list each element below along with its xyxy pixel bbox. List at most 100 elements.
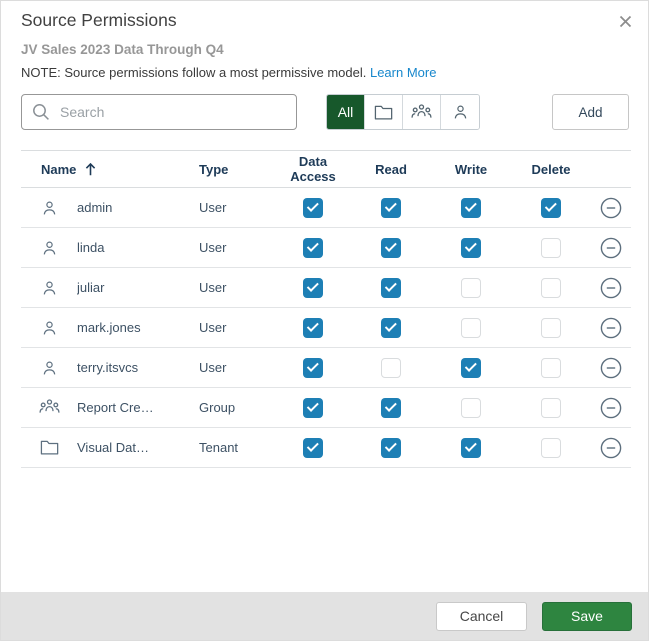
- row-type: User: [199, 240, 227, 255]
- data-access-checkbox[interactable]: [303, 437, 323, 458]
- user-icon: [43, 281, 55, 294]
- search-box: [21, 94, 297, 130]
- delete-checkbox[interactable]: [541, 397, 561, 418]
- data-access-checkbox[interactable]: [303, 317, 323, 338]
- minus-circle-icon: [600, 397, 622, 418]
- row-name: terry.itsvcs: [77, 360, 139, 375]
- source-permissions-dialog: Source Permissions JV Sales 2023 Data Th…: [0, 0, 649, 641]
- folder-icon: [374, 105, 393, 119]
- data-access-checkbox[interactable]: [303, 237, 323, 258]
- user-icon: [43, 361, 55, 374]
- row-entity-icon: [21, 439, 77, 456]
- remove-row-button[interactable]: [600, 397, 622, 419]
- remove-row-button[interactable]: [600, 317, 622, 339]
- search-icon: [33, 104, 49, 120]
- name-column-header[interactable]: Name: [21, 162, 199, 177]
- delete-column-header: Delete: [531, 161, 571, 177]
- filter-all-button[interactable]: All: [327, 95, 365, 129]
- delete-checkbox[interactable]: [541, 197, 561, 218]
- search-input[interactable]: [21, 94, 297, 130]
- filter-user-button[interactable]: [441, 95, 479, 129]
- table-row: juliar User: [21, 268, 631, 308]
- minus-circle-icon: [600, 277, 622, 298]
- write-checkbox[interactable]: [461, 437, 481, 458]
- table-row: admin User: [21, 188, 631, 228]
- row-name: admin: [77, 200, 113, 215]
- read-checkbox[interactable]: [381, 397, 401, 418]
- save-button[interactable]: Save: [542, 601, 632, 631]
- row-entity-icon: [21, 199, 77, 217]
- write-checkbox[interactable]: [461, 277, 481, 298]
- filter-group-button[interactable]: [403, 95, 441, 129]
- type-column-header: Type: [199, 161, 229, 177]
- user-icon: [43, 241, 55, 254]
- remove-row-button[interactable]: [600, 237, 622, 259]
- remove-row-button[interactable]: [600, 437, 622, 459]
- table-row: Visual Dat… Tenant: [21, 428, 631, 468]
- write-checkbox[interactable]: [461, 317, 481, 338]
- row-type: Group: [199, 400, 236, 415]
- user-icon: [454, 105, 466, 119]
- write-checkbox[interactable]: [461, 397, 481, 418]
- row-name: Report Cre…: [77, 400, 154, 415]
- row-type: User: [199, 280, 227, 295]
- folder-icon: [40, 440, 58, 455]
- row-type: Tenant: [199, 440, 239, 455]
- minus-circle-icon: [600, 317, 622, 338]
- read-checkbox[interactable]: [381, 277, 401, 298]
- dialog-title: Source Permissions: [21, 10, 177, 30]
- delete-checkbox[interactable]: [541, 317, 561, 338]
- remove-row-button[interactable]: [600, 357, 622, 379]
- row-name: mark.jones: [77, 320, 141, 335]
- minus-circle-icon: [600, 357, 622, 378]
- read-checkbox[interactable]: [381, 197, 401, 218]
- add-button[interactable]: Add: [552, 94, 629, 130]
- name-header-label: Name: [41, 161, 77, 177]
- delete-checkbox[interactable]: [541, 277, 561, 298]
- data-access-checkbox[interactable]: [303, 357, 323, 378]
- cancel-button[interactable]: Cancel: [436, 601, 527, 631]
- data-access-checkbox[interactable]: [303, 197, 323, 218]
- dialog-footer: Cancel Save: [1, 592, 648, 640]
- row-entity-icon: [21, 279, 77, 297]
- learn-more-link[interactable]: Learn More: [370, 65, 436, 80]
- row-entity-icon: [21, 239, 77, 257]
- filter-segmented-control: All: [326, 94, 480, 130]
- close-button[interactable]: [616, 12, 634, 30]
- toolbar: All Add: [21, 94, 629, 130]
- write-checkbox[interactable]: [461, 357, 481, 378]
- delete-checkbox[interactable]: [541, 437, 561, 458]
- read-checkbox[interactable]: [381, 237, 401, 258]
- row-entity-icon: [21, 398, 77, 417]
- table-row: terry.itsvcs User: [21, 348, 631, 388]
- delete-checkbox[interactable]: [541, 357, 561, 378]
- minus-circle-icon: [600, 237, 622, 258]
- remove-row-button[interactable]: [600, 197, 622, 219]
- minus-circle-icon: [600, 197, 622, 218]
- row-type: User: [199, 360, 227, 375]
- table-row: linda User: [21, 228, 631, 268]
- close-icon: [619, 15, 631, 27]
- write-checkbox[interactable]: [461, 237, 481, 258]
- filter-tenant-button[interactable]: [365, 95, 403, 129]
- read-checkbox[interactable]: [381, 357, 401, 378]
- read-checkbox[interactable]: [381, 317, 401, 338]
- data-access-checkbox[interactable]: [303, 397, 323, 418]
- remove-row-button[interactable]: [600, 277, 622, 299]
- delete-checkbox[interactable]: [541, 237, 561, 258]
- table-row: mark.jones User: [21, 308, 631, 348]
- note-message: NOTE: Source permissions follow a most p…: [21, 65, 367, 80]
- sort-ascending-icon: [86, 162, 96, 175]
- read-checkbox[interactable]: [381, 437, 401, 458]
- table-row: Report Cre… Group: [21, 388, 631, 428]
- row-type: User: [199, 200, 227, 215]
- note-text: NOTE: Source permissions follow a most p…: [21, 65, 629, 80]
- data-access-checkbox[interactable]: [303, 277, 323, 298]
- row-name: juliar: [77, 280, 105, 295]
- row-type: User: [199, 320, 227, 335]
- write-column-header: Write: [454, 161, 488, 177]
- user-icon: [43, 321, 55, 334]
- row-entity-icon: [21, 359, 77, 377]
- write-checkbox[interactable]: [461, 197, 481, 218]
- dialog-header: Source Permissions JV Sales 2023 Data Th…: [1, 1, 648, 80]
